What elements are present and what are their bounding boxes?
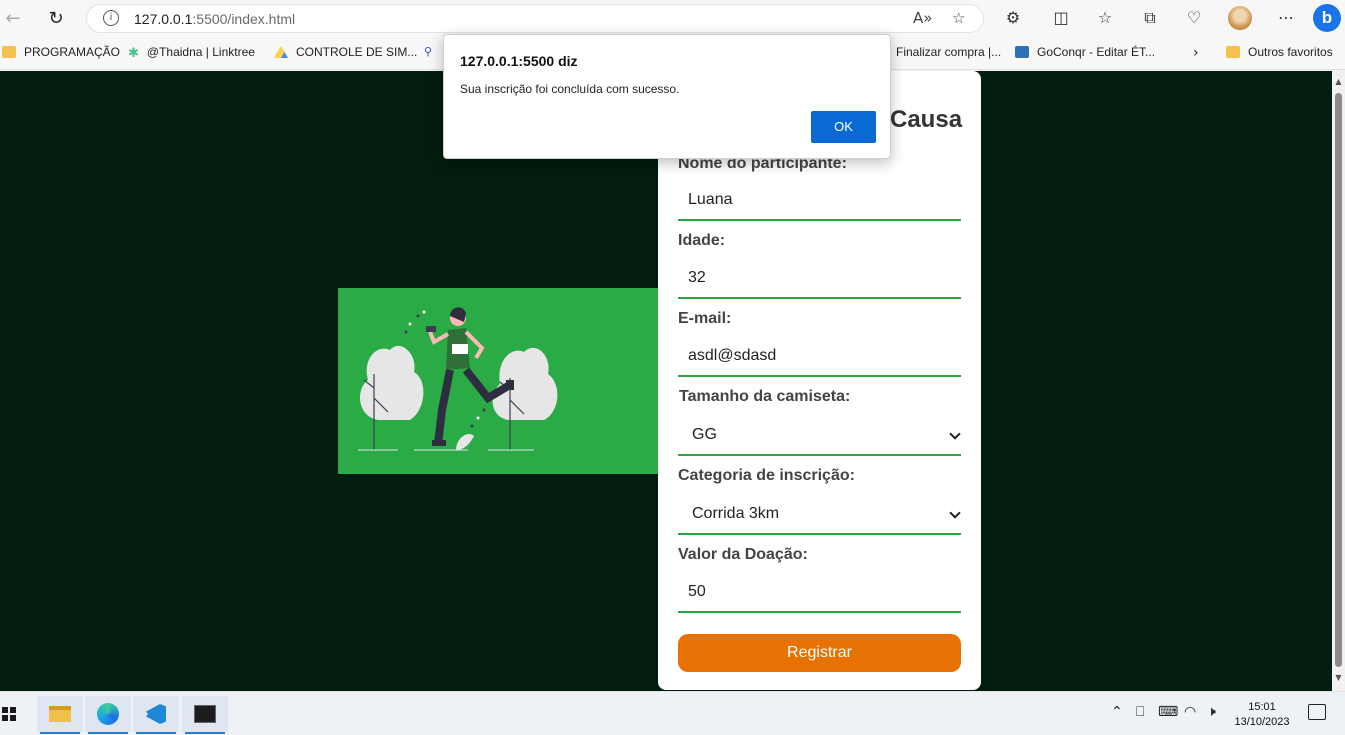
scroll-up-icon[interactable]: ▲ xyxy=(1334,77,1343,87)
runner-illustration-svg xyxy=(358,307,558,451)
url-text[interactable]: 127.0.0.1:5500/index.html xyxy=(134,11,295,27)
category-select[interactable]: Corrida 3km xyxy=(678,495,961,535)
scroll-thumb[interactable] xyxy=(1335,93,1342,667)
refresh-icon[interactable]: ↻ xyxy=(43,6,69,30)
age-label: Idade: xyxy=(678,232,726,249)
google-drive-icon xyxy=(274,46,288,58)
registration-form: Causa Nome do participante: Luana Idade:… xyxy=(658,71,981,690)
donation-input[interactable]: 50 xyxy=(678,573,961,613)
category-label: Categoria de inscrição: xyxy=(678,467,855,484)
tray-device-icon[interactable]: ⎕ xyxy=(1136,704,1144,720)
page-content: Causa Nome do participante: Luana Idade:… xyxy=(0,71,1332,691)
bookmark-goconqr[interactable]: GoConqr - Editar ÉT... xyxy=(1015,45,1155,59)
extensions-icon[interactable]: ⚙ xyxy=(1003,8,1023,28)
tray-wifi-icon[interactable]: ◠ xyxy=(1184,704,1196,720)
chevron-down-icon xyxy=(949,507,961,519)
bookmark-controle[interactable]: CONTROLE DE SIM... xyxy=(274,45,417,59)
terminal-icon xyxy=(194,705,216,723)
runner-illustration xyxy=(338,288,658,474)
folder-icon xyxy=(2,46,16,58)
dialog-message: Sua inscrição foi concluída com sucesso. xyxy=(460,82,680,96)
age-input[interactable]: 32 xyxy=(678,259,961,299)
bookmark-icon: ⚲ xyxy=(424,45,433,58)
bookmark-linktree[interactable]: ✱ @Thaidna | Linktree xyxy=(128,45,255,61)
register-button[interactable]: Registrar xyxy=(678,634,961,672)
browser-essentials-icon[interactable]: ♡ xyxy=(1184,8,1204,28)
address-bar[interactable]: i 127.0.0.1:5500/index.html A» ☆ xyxy=(86,4,984,33)
dialog-title: 127.0.0.1:5500 diz xyxy=(460,53,578,69)
bookmark-outros-favoritos[interactable]: Outros favoritos xyxy=(1226,45,1333,59)
windows-taskbar: ⌃ ⎕ ⌨ ◠ 🕨 15:01 13/10/2023 xyxy=(0,691,1345,735)
shirt-size-label: Tamanho da camiseta: xyxy=(679,388,851,405)
profile-avatar[interactable] xyxy=(1228,6,1252,30)
shirt-size-value: GG xyxy=(692,426,717,443)
dialog-ok-button[interactable]: OK xyxy=(811,111,876,143)
form-title: Causa xyxy=(890,106,963,133)
scroll-down-icon[interactable]: ▼ xyxy=(1334,673,1343,683)
clock-time: 15:01 xyxy=(1248,701,1276,713)
browser-toolbar: ← ↻ i 127.0.0.1:5500/index.html A» ☆ ⚙ ◫… xyxy=(0,0,1345,37)
folder-icon xyxy=(1226,46,1240,58)
tray-chevron-up-icon[interactable]: ⌃ xyxy=(1111,704,1123,720)
taskbar-terminal[interactable] xyxy=(182,696,228,734)
taskbar-vscode[interactable] xyxy=(133,696,179,734)
chevron-down-icon xyxy=(949,428,961,440)
tray-volume-icon[interactable]: 🕨 xyxy=(1207,704,1216,720)
alert-dialog: 127.0.0.1:5500 diz Sua inscrição foi con… xyxy=(443,34,891,159)
email-input[interactable]: asdl@sdasd xyxy=(678,337,961,377)
split-screen-icon[interactable]: ◫ xyxy=(1051,8,1071,28)
file-explorer-icon xyxy=(49,706,71,722)
bookmark-finalizar-compra[interactable]: Finalizar compra |... xyxy=(896,45,1001,59)
bookmarks-overflow-icon[interactable]: › xyxy=(1193,45,1199,61)
page-scrollbar[interactable]: ▲ ▼ xyxy=(1332,71,1345,691)
back-icon[interactable]: ← xyxy=(0,6,26,30)
favorites-icon[interactable]: ☆ xyxy=(1095,8,1115,28)
favorite-star-icon[interactable]: ☆ xyxy=(952,9,965,27)
site-info-icon[interactable]: i xyxy=(103,10,119,26)
bing-copilot-icon[interactable]: b xyxy=(1313,4,1341,32)
bookmark-programacao[interactable]: PROGRAMAÇÃO xyxy=(2,45,120,59)
goconqr-icon xyxy=(1015,46,1029,58)
read-aloud-icon[interactable]: A» xyxy=(913,9,932,27)
taskbar-edge[interactable] xyxy=(85,696,131,734)
shirt-size-select[interactable]: GG xyxy=(678,416,961,456)
more-menu-icon[interactable]: ⋯ xyxy=(1276,8,1296,28)
clock-date: 13/10/2023 xyxy=(1234,716,1290,728)
taskbar-clock[interactable]: 15:01 13/10/2023 xyxy=(1229,700,1295,730)
linktree-icon: ✱ xyxy=(128,46,139,61)
collections-icon[interactable]: ⧉ xyxy=(1140,8,1160,28)
windows-start-icon[interactable] xyxy=(2,707,16,721)
notification-icon[interactable] xyxy=(1308,704,1326,720)
taskbar-file-explorer[interactable] xyxy=(37,696,83,734)
vscode-icon xyxy=(146,704,166,724)
edge-icon xyxy=(97,703,119,725)
category-value: Corrida 3km xyxy=(692,505,780,522)
tray-keyboard-icon[interactable]: ⌨ xyxy=(1158,704,1178,720)
donation-label: Valor da Doação: xyxy=(678,546,808,563)
email-label: E-mail: xyxy=(678,310,732,327)
participant-name-input[interactable]: Luana xyxy=(678,181,961,221)
